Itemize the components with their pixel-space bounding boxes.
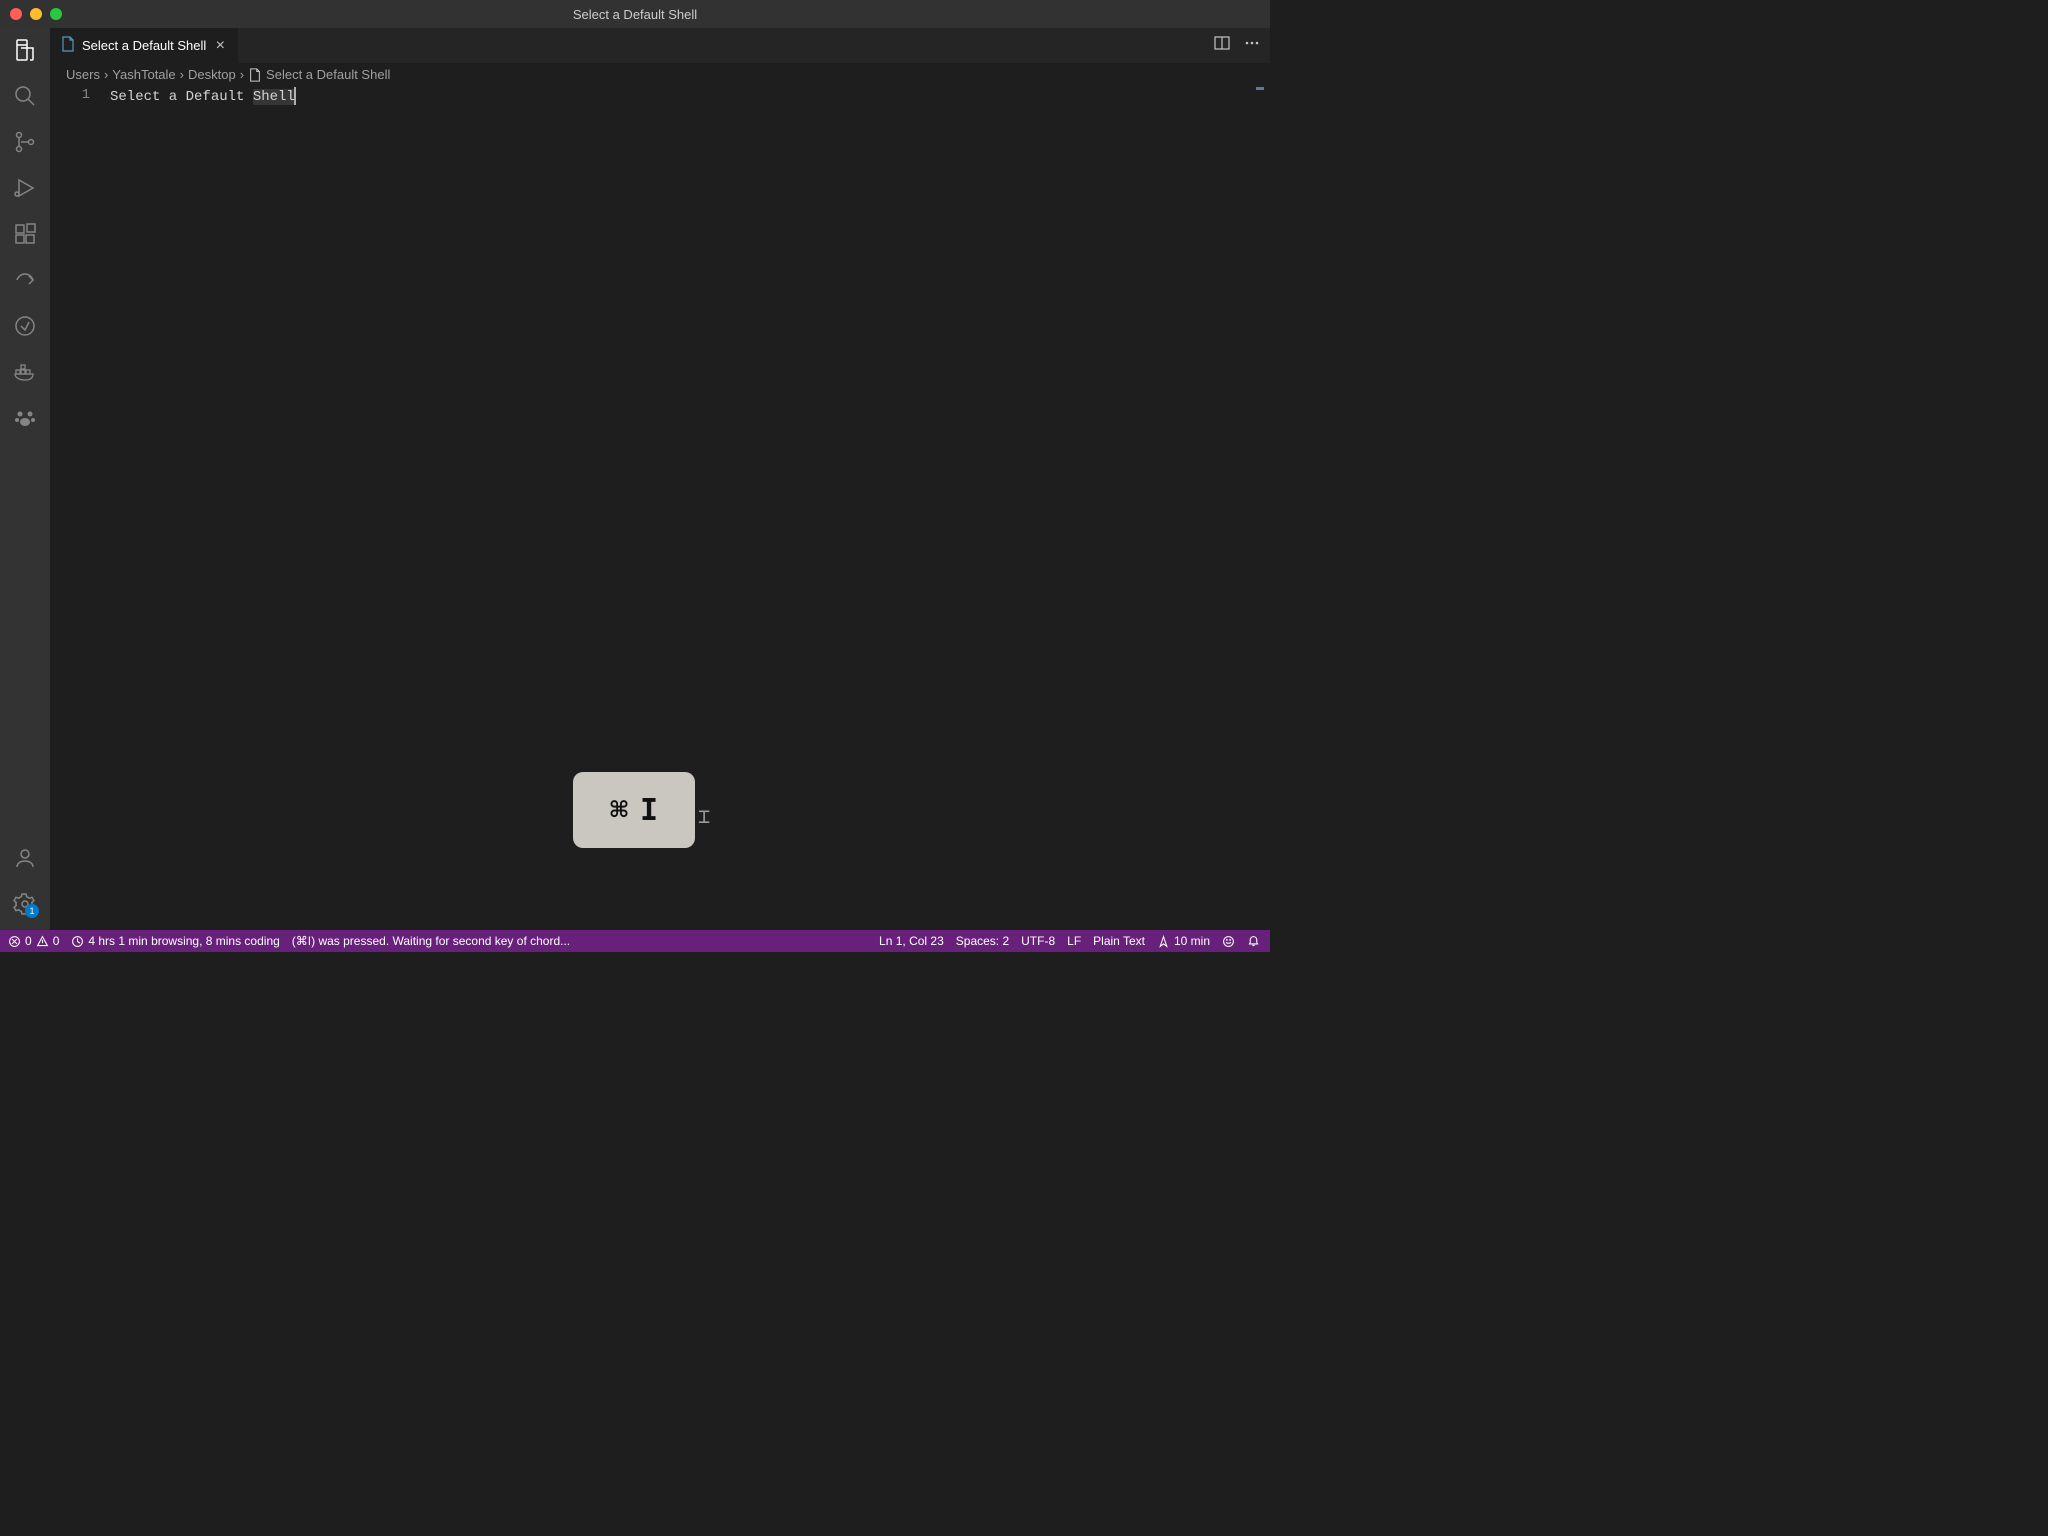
breadcrumb-segment[interactable]: Users (66, 67, 100, 82)
keystroke-overlay: ⌘ I (573, 772, 695, 848)
maximize-window-button[interactable] (50, 8, 62, 20)
tab-label: Select a Default Shell (82, 38, 206, 53)
activity-bar: 1 (0, 28, 50, 930)
mouse-ibeam-cursor: ⌶ (698, 804, 710, 828)
explorer-icon[interactable] (13, 38, 37, 62)
source-control-icon[interactable] (13, 130, 37, 154)
status-time-tracker[interactable]: 4 hrs 1 min browsing, 8 mins coding (71, 934, 279, 948)
settings-gear-icon[interactable]: 1 (13, 892, 37, 916)
minimap-region (1256, 87, 1264, 90)
status-cursor-position[interactable]: Ln 1, Col 23 (879, 934, 944, 948)
more-actions-icon[interactable] (1244, 35, 1260, 56)
split-editor-icon[interactable] (1214, 35, 1230, 56)
tabs-row: Select a Default Shell × (50, 28, 1270, 63)
docker-icon[interactable] (13, 360, 37, 384)
status-feedback-icon[interactable] (1222, 935, 1235, 948)
pets-icon[interactable] (13, 406, 37, 430)
error-count: 0 (25, 934, 32, 948)
settings-badge: 1 (25, 904, 39, 918)
chevron-right-icon: › (240, 67, 244, 82)
status-bell-icon[interactable] (1247, 935, 1260, 948)
file-icon (60, 36, 76, 55)
window-title: Select a Default Shell (573, 7, 697, 22)
minimize-window-button[interactable] (30, 8, 42, 20)
highlighted-word: Shell (253, 89, 295, 105)
share-icon[interactable] (13, 268, 37, 292)
code-line[interactable]: Select a Default Shell (110, 87, 296, 105)
tab-select-default-shell[interactable]: Select a Default Shell × (50, 28, 239, 63)
accounts-icon[interactable] (13, 846, 37, 870)
breadcrumb-file[interactable]: Select a Default Shell (266, 67, 390, 82)
status-chord-message: (⌘I) was pressed. Waiting for second key… (292, 934, 570, 948)
breadcrumb-segment[interactable]: YashTotale (112, 67, 175, 82)
minimap[interactable] (1256, 87, 1268, 90)
chevron-right-icon: › (104, 67, 108, 82)
live-share-icon[interactable] (13, 314, 37, 338)
search-icon[interactable] (13, 84, 37, 108)
status-eol[interactable]: LF (1067, 934, 1081, 948)
status-session[interactable]: 10 min (1157, 934, 1210, 948)
status-encoding[interactable]: UTF-8 (1021, 934, 1055, 948)
key-i: I (640, 793, 658, 828)
file-icon (248, 66, 262, 82)
warning-count: 0 (53, 934, 60, 948)
line-gutter: 1 (50, 85, 110, 930)
status-problems[interactable]: 0 0 (8, 934, 59, 948)
line-number: 1 (50, 87, 90, 103)
status-language[interactable]: Plain Text (1093, 934, 1145, 948)
close-window-button[interactable] (10, 8, 22, 20)
status-bar: 0 0 4 hrs 1 min browsing, 8 mins coding … (0, 930, 1270, 952)
breadcrumb-segment[interactable]: Desktop (188, 67, 236, 82)
breadcrumb[interactable]: Users › YashTotale › Desktop › Select a … (50, 63, 1270, 85)
text-cursor (294, 87, 296, 105)
status-indentation[interactable]: Spaces: 2 (956, 934, 1009, 948)
run-debug-icon[interactable] (13, 176, 37, 200)
chevron-right-icon: › (180, 67, 184, 82)
close-tab-icon[interactable]: × (212, 38, 228, 54)
extensions-icon[interactable] (13, 222, 37, 246)
key-cmd: ⌘ (610, 793, 628, 828)
titlebar: Select a Default Shell (0, 0, 1270, 28)
window-controls (0, 8, 62, 20)
editor-actions (1214, 35, 1270, 56)
